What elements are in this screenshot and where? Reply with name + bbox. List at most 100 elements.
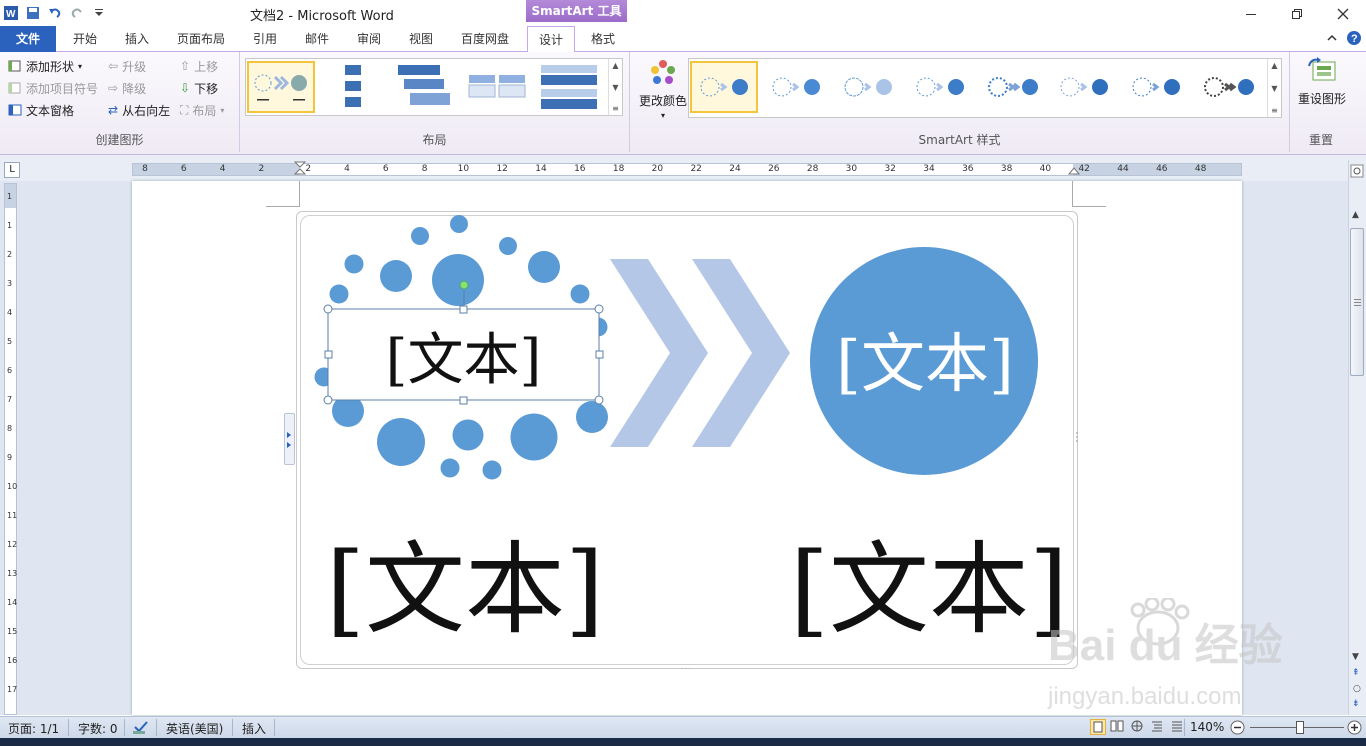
insert-mode-indicator[interactable]: 插入 [242,720,266,737]
zoom-level[interactable]: 140% [1190,720,1224,734]
layout-item-table-list[interactable] [463,61,531,113]
tab-home[interactable]: 开始 [62,26,108,52]
minimize-button[interactable] [1228,0,1274,28]
demote-button: ⇨ 降级 [108,81,147,96]
web-layout-icon[interactable] [1130,719,1146,735]
group-label: SmartArt 样式 [918,133,1001,147]
style-item-7[interactable] [1122,61,1190,113]
style-item-6[interactable] [1050,61,1118,113]
ruler-tick-label: 40 [1039,164,1052,174]
text-pane-button[interactable]: 文本窗格 [8,100,74,120]
margin-guide [299,181,300,207]
ruler-tick-label: 38 [1000,164,1013,174]
reset-graphic-button[interactable]: 重设图形 [1294,56,1350,112]
customize-qat-icon[interactable] [90,4,108,22]
layout-item-list-process[interactable] [535,61,603,113]
more-icon[interactable]: ≡ [1271,106,1278,115]
tab-baidu-netdisk[interactable]: 百度网盘 [452,26,518,52]
ruler-tick-label: 9 [7,453,13,462]
layout-item-staggered-process[interactable] [391,61,459,113]
ruler-toggle-icon[interactable] [1350,164,1364,181]
scroll-thumb[interactable] [1350,228,1364,376]
style-item-8[interactable] [1194,61,1262,113]
scroll-down-icon[interactable]: ▼ [1352,652,1359,662]
move-down-button[interactable]: ⇩ 下移 [180,78,218,98]
change-colors-button[interactable]: 更改颜色 ▾ [636,58,690,128]
scroll-down-icon[interactable]: ▼ [612,83,618,92]
style-item-3[interactable] [834,61,902,113]
browse-object-icon[interactable]: ○ [1353,684,1361,694]
tab-design[interactable]: 设计 [527,26,575,53]
print-layout-view-icon[interactable] [1090,719,1106,735]
tab-file[interactable]: 文件 [0,26,56,52]
zoom-slider-thumb[interactable] [1296,721,1304,734]
page-count[interactable]: 页面: 1/1 [8,720,59,737]
smartart-label-left[interactable]: [文本] [320,520,610,648]
prev-page-icon[interactable]: ⇞ [1352,668,1360,678]
group-label: 创建图形 [95,133,144,147]
ribbon-tab-bar: 文件 开始 插入 页面布局 引用 邮件 审阅 视图 百度网盘 设计 格式 ? [0,26,1366,53]
ruler-tick-label: 1 [7,192,13,201]
outline-view-icon[interactable] [1150,719,1166,735]
layout-gallery-scroll[interactable]: ▲ ▼ ≡ [608,59,622,115]
tab-review[interactable]: 审阅 [346,26,392,52]
style-item-2[interactable] [762,61,830,113]
tab-insert[interactable]: 插入 [114,26,160,52]
full-screen-reading-icon[interactable] [1110,719,1126,735]
proofing-icon[interactable] [132,719,150,738]
right-indent-marker-icon[interactable] [1067,166,1081,180]
tab-selector[interactable]: L [4,162,20,178]
next-page-icon[interactable]: ⇟ [1352,699,1360,709]
layout-item-circle-process[interactable] [247,61,315,113]
add-shape-button[interactable]: 添加形状 ▾ [8,56,82,76]
text-pane-toggle[interactable] [284,413,295,465]
vertical-ruler[interactable]: 1 1 2 3 4 5 6 7 8 9 10 11 12 13 14 15 16 17 [4,183,17,715]
tab-format[interactable]: 格式 [580,26,626,52]
scroll-up-icon[interactable]: ▲ [612,61,618,70]
collapse-ribbon-icon[interactable] [1326,32,1338,47]
tab-mailings[interactable]: 邮件 [294,26,340,52]
indent-marker-icon[interactable] [293,161,307,180]
tab-references[interactable]: 引用 [242,26,288,52]
word-icon[interactable]: W [2,4,20,22]
scroll-up-icon[interactable]: ▲ [1271,61,1277,70]
language-indicator[interactable]: 英语(美国) [166,720,223,737]
close-button[interactable] [1320,0,1366,28]
scroll-down-icon[interactable]: ▼ [1271,84,1277,93]
ruler-tick-label: 8 [142,164,148,174]
right-to-left-button[interactable]: ⇄ 从右向左 [108,100,170,120]
arrow-left-icon: ⇦ [108,59,119,73]
tab-view[interactable]: 视图 [398,26,444,52]
scroll-up-icon[interactable]: ▲ [1352,210,1359,220]
undo-icon[interactable] [46,4,64,22]
restore-button[interactable] [1274,0,1320,28]
style-item-1[interactable] [690,61,758,113]
ruler-tick-label: 2 [305,164,312,174]
ruler-tick-label: 4 [7,308,13,317]
zoom-out-icon[interactable] [1230,720,1245,738]
ruler-tick-label: 5 [7,337,13,346]
smartart-result-text[interactable]: [文本] [810,316,1040,402]
dropdown-arrow-icon: ▾ [78,61,83,71]
ruler-left-margin [133,164,300,175]
view-buttons [1090,719,1186,735]
ruler-tick-label: 24 [729,164,741,174]
more-icon[interactable]: ≡ [612,104,619,113]
layout-item-vertical-process[interactable] [319,61,387,113]
ruler-tick-label: 34 [923,164,935,174]
smartart-node-text[interactable]: [文本] [328,312,599,398]
style-item-4[interactable] [906,61,974,113]
word-count[interactable]: 字数: 0 [78,720,118,737]
style-item-5[interactable] [978,61,1046,113]
style-gallery-scroll[interactable]: ▲ ▼ ≡ [1267,59,1281,117]
zoom-in-icon[interactable] [1347,720,1362,738]
smartart-label-right[interactable]: [文本] [784,520,1074,648]
horizontal-ruler[interactable]: 8 6 4 2 2 4 6 8 10 12 14 16 18 20 22 24 26 28 30 32 34 36 38 40… [132,161,1242,176]
margin-guide [266,206,300,207]
help-icon[interactable]: ? [1346,30,1362,49]
ruler-tick-label: 36 [962,164,974,174]
save-icon[interactable] [24,4,42,22]
redo-icon[interactable] [68,4,86,22]
tab-page-layout[interactable]: 页面布局 [168,26,234,52]
watermark-brand: Bai du 经验 [1048,621,1283,670]
